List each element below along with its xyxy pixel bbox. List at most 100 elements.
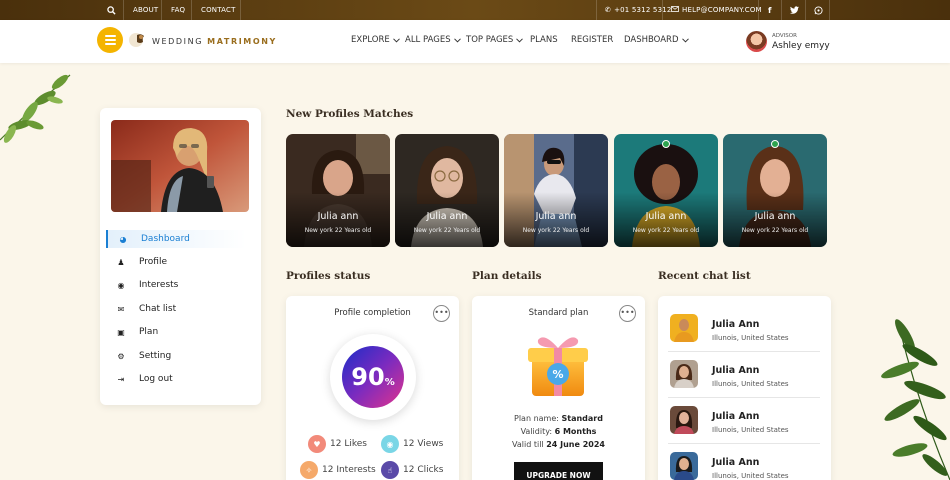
stat-likes[interactable]: ♥ 12 Likes xyxy=(308,435,367,453)
sidebar-item-interests[interactable]: ◉ Interests xyxy=(106,276,246,294)
online-status-indicator xyxy=(771,140,779,148)
wedding-logo-icon xyxy=(129,33,144,47)
section-title-plan-details: Plan details xyxy=(472,270,542,282)
chat-avatar xyxy=(670,452,698,480)
topbar-link-contact[interactable]: CONTACT xyxy=(201,0,236,20)
profile-info: New york 22 Years old xyxy=(741,227,809,234)
twitter-icon[interactable] xyxy=(790,0,799,20)
chat-avatar xyxy=(670,360,698,388)
profile-card[interactable]: Julia ann New york 22 Years old xyxy=(723,134,827,247)
topbar-email[interactable]: HELP@COMPANY.COM xyxy=(671,0,762,20)
heart-icon: ♥ xyxy=(308,435,326,453)
mail-icon xyxy=(671,6,679,14)
profile-info: New york 22 Years old xyxy=(522,227,590,234)
profile-card[interactable]: Julia ann New york 22 Years old xyxy=(614,134,718,247)
top-bar: ABOUT FAQ CONTACT ✆ +01 5312 5312 HELP@C… xyxy=(0,0,950,20)
nav-top-pages[interactable]: TOP PAGES xyxy=(466,35,524,45)
chat-contact-name: Julia Ann xyxy=(712,457,760,468)
chat-contact-name: Julia Ann xyxy=(712,365,760,376)
sidebar-item-label: Setting xyxy=(139,351,172,361)
nav-dashboard[interactable]: DASHBOARD xyxy=(624,35,689,45)
profile-name: Julia ann xyxy=(754,211,796,222)
eye-icon: ◉ xyxy=(117,280,125,290)
nav-register[interactable]: REGISTER xyxy=(571,35,613,45)
profile-name: Julia ann xyxy=(426,211,468,222)
sidebar-item-setting[interactable]: ⚙ Setting xyxy=(106,347,246,365)
pointer-icon: ☝ xyxy=(381,461,399,479)
more-options-icon[interactable]: ••• xyxy=(619,305,636,322)
section-title-recent-chat: Recent chat list xyxy=(658,270,751,282)
nav-plans[interactable]: PLANS xyxy=(530,35,558,45)
profile-card[interactable]: Julia ann New york 22 Years old xyxy=(504,134,608,247)
chat-contact-location: Illunois, United States xyxy=(712,334,789,342)
sidebar-item-logout[interactable]: ⇥ Log out xyxy=(106,370,246,388)
dashboard-sidebar: ◕ Dashboard ♟ Profile ◉ Interests ✉ Chat… xyxy=(100,108,261,405)
chat-list-item[interactable]: Julia Ann Illunois, United States xyxy=(668,444,820,480)
plan-validity-line: Validity: 6 Months xyxy=(520,427,597,436)
profile-info: New york 22 Years old xyxy=(304,227,372,234)
profile-info: New york 22 Years old xyxy=(632,227,700,234)
profile-card[interactable]: Julia ann New york 22 Years old xyxy=(395,134,499,247)
chat-list-item[interactable]: Julia Ann Illunois, United States xyxy=(668,352,820,398)
search-icon[interactable] xyxy=(107,0,116,20)
profile-name: Julia ann xyxy=(317,211,359,222)
chat-contact-location: Illunois, United States xyxy=(712,472,789,480)
handshake-icon: ✧ xyxy=(300,461,318,479)
phone-icon: ✆ xyxy=(605,6,612,14)
eye-icon: ◉ xyxy=(381,435,399,453)
chat-icon: ✉ xyxy=(117,304,125,314)
sidebar-item-label: Interests xyxy=(139,280,179,290)
section-title-matches: New Profiles Matches xyxy=(286,108,414,120)
completion-percent: 90% xyxy=(351,363,395,391)
topbar-link-faq[interactable]: FAQ xyxy=(171,0,185,20)
plan-details-card: Standard plan ••• % Plan name: Standard … xyxy=(472,296,645,480)
leaf-decoration-left xyxy=(0,74,71,143)
stat-interests[interactable]: ✧ 12 Interests xyxy=(300,461,376,479)
main-header: WEDDING MATRIMONY EXPLORE ALL PAGES TOP … xyxy=(0,20,950,63)
profile-name: Julia ann xyxy=(535,211,577,222)
stat-views[interactable]: ◉ 12 Views xyxy=(381,435,443,453)
user-profile-photo[interactable] xyxy=(111,120,249,212)
svg-text:%: % xyxy=(552,368,563,381)
nav-explore[interactable]: EXPLORE xyxy=(351,35,400,45)
plan-icon: ▣ xyxy=(117,327,125,337)
sidebar-item-profile[interactable]: ♟ Profile xyxy=(106,253,246,271)
person-icon: ♟ xyxy=(117,257,125,267)
sidebar-item-dashboard[interactable]: ◕ Dashboard xyxy=(106,230,246,248)
brand-logo-text[interactable]: WEDDING MATRIMONY xyxy=(152,37,277,46)
chat-avatar xyxy=(670,406,698,434)
hamburger-menu-icon[interactable] xyxy=(97,27,123,53)
sidebar-item-label: Chat list xyxy=(139,304,177,314)
recent-chat-card: Julia Ann Illunois, United States Julia … xyxy=(658,296,831,480)
completion-ring: 90% xyxy=(330,334,416,420)
profile-info: New york 22 Years old xyxy=(413,227,481,234)
advisor-avatar[interactable] xyxy=(746,31,767,52)
chat-avatar xyxy=(670,314,698,342)
chevron-down-icon xyxy=(453,37,461,43)
profile-card[interactable]: Julia ann New york 22 Years old xyxy=(286,134,390,247)
facebook-icon[interactable]: f xyxy=(768,0,772,20)
chat-contact-location: Illunois, United States xyxy=(712,426,789,434)
sidebar-item-chat-list[interactable]: ✉ Chat list xyxy=(106,300,246,318)
profile-completion-card: Profile completion ••• 90% ♥ 12 Likes ◉ … xyxy=(286,296,459,480)
chevron-down-icon xyxy=(681,37,689,43)
chevron-down-icon xyxy=(516,37,524,43)
logout-icon: ⇥ xyxy=(117,374,125,384)
gift-box-icon: % xyxy=(528,337,588,396)
sidebar-item-label: Dashboard xyxy=(141,234,190,244)
topbar-link-about[interactable]: ABOUT xyxy=(133,0,158,20)
profile-name: Julia ann xyxy=(645,211,687,222)
advisor-role: ADVISOR xyxy=(772,33,797,39)
chat-list-item[interactable]: Julia Ann Illunois, United States xyxy=(668,306,820,352)
sidebar-item-plan[interactable]: ▣ Plan xyxy=(106,323,246,341)
chevron-down-icon xyxy=(392,37,400,43)
chat-contact-name: Julia Ann xyxy=(712,319,760,330)
upgrade-now-button[interactable]: UPGRADE NOW xyxy=(514,462,603,480)
advisor-name[interactable]: Ashley emyy xyxy=(772,41,830,51)
chat-list-item[interactable]: Julia Ann Illunois, United States xyxy=(668,398,820,444)
email-address: HELP@COMPANY.COM xyxy=(682,6,762,14)
stat-clicks[interactable]: ☝ 12 Clicks xyxy=(381,461,443,479)
whatsapp-icon[interactable] xyxy=(814,0,823,20)
more-options-icon[interactable]: ••• xyxy=(433,305,450,322)
nav-all-pages[interactable]: ALL PAGES xyxy=(405,35,461,45)
